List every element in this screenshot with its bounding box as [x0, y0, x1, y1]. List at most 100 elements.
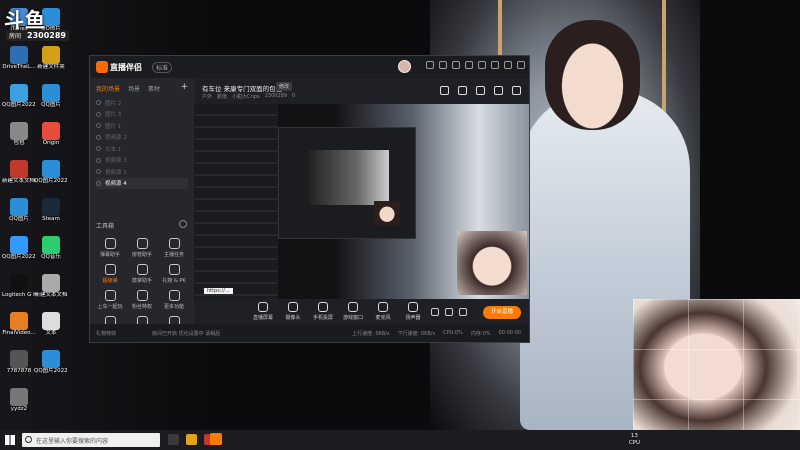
- record-icon[interactable]: [476, 86, 485, 95]
- gear-icon[interactable]: [459, 308, 467, 316]
- desktop-app-icon: [42, 350, 60, 368]
- source-control-icon: [318, 302, 328, 312]
- tab-materials[interactable]: 素材: [148, 84, 160, 93]
- desktop-icon[interactable]: 7787878: [2, 350, 36, 375]
- desktop-icon[interactable]: 新建文本文档: [34, 274, 68, 299]
- preview-desktop-strip: [194, 104, 278, 299]
- tool-button[interactable]: 主播任务: [158, 238, 190, 258]
- bell-icon[interactable]: [494, 86, 503, 95]
- desktop-app-icon: [10, 388, 28, 406]
- status-gift-effects[interactable]: 礼物特效: [96, 330, 116, 337]
- wallpaper-rope-right: [662, 0, 666, 120]
- scene-item[interactable]: 文本 1: [96, 143, 188, 155]
- scene-item[interactable]: 图片 3: [96, 109, 188, 121]
- desktop-icon[interactable]: 包包: [2, 122, 36, 147]
- tool-button[interactable]: 超级弹: [94, 264, 126, 284]
- desktop-icon[interactable]: QQ图片2022...: [34, 160, 68, 185]
- desktop-icon[interactable]: QQ图片: [34, 84, 68, 109]
- search-icon: [25, 436, 32, 443]
- skin-icon[interactable]: [465, 61, 473, 69]
- source-control-button[interactable]: 麦克风: [368, 302, 398, 321]
- tools-settings-icon[interactable]: [179, 220, 187, 228]
- desktop-icon[interactable]: Steam: [34, 198, 68, 223]
- maximize-icon[interactable]: [504, 61, 512, 69]
- visibility-eye-icon[interactable]: [96, 111, 101, 117]
- desktop-icon[interactable]: DriveTheL...: [2, 46, 36, 71]
- tool-button[interactable]: 礼物 & PK: [158, 264, 190, 284]
- layout-icon[interactable]: [431, 308, 439, 316]
- source-control-button[interactable]: 手机投屏: [308, 302, 338, 321]
- gift-icon[interactable]: [439, 61, 447, 69]
- version-badge[interactable]: 标准: [152, 62, 173, 73]
- room-title[interactable]: 有车位 来康专门双面的包包: [202, 83, 282, 93]
- add-scene-icon[interactable]: +: [180, 83, 188, 93]
- source-control-button[interactable]: 扬声器: [398, 302, 428, 321]
- source-control-icon: [348, 302, 358, 312]
- visibility-eye-icon[interactable]: [96, 100, 101, 106]
- tab-scenes[interactable]: 场景: [128, 84, 140, 93]
- desktop-icon[interactable]: Logitech G HUB: [2, 274, 36, 299]
- edit-room-button[interactable]: 修改: [276, 82, 293, 91]
- desktop-app-icon: [10, 122, 28, 140]
- desktop-icon[interactable]: QQ图片2022...: [2, 84, 36, 109]
- room-info-bar: 有车位 来康专门双面的包包 修改 户外 颜值 小甜大Crips 2300289 …: [194, 78, 529, 104]
- tool-button[interactable]: 上车一起玩: [94, 290, 126, 310]
- desktop-icon[interactable]: QQ音乐: [34, 236, 68, 261]
- lock-icon[interactable]: [458, 86, 467, 95]
- stream-preview[interactable]: https://...: [194, 104, 529, 299]
- tab-my-scenes[interactable]: 我的场景: [96, 84, 120, 93]
- go-live-button[interactable]: 开启直播: [483, 306, 521, 319]
- desktop-icon[interactable]: 文本: [34, 312, 68, 337]
- desktop-icon[interactable]: yydz2: [2, 388, 36, 413]
- source-control-button[interactable]: 游戏窗口: [338, 302, 368, 321]
- streaming-app-taskbar-icon[interactable]: [210, 433, 222, 445]
- scene-item[interactable]: 视频源 4: [96, 177, 188, 189]
- tool-button[interactable]: 粉丝特权: [126, 290, 158, 310]
- file-explorer-icon[interactable]: [186, 434, 197, 445]
- desktop-icon-label: QQ图片2022...: [34, 178, 68, 184]
- tool-button[interactable]: 弹幕助手: [94, 238, 126, 258]
- desktop-icon[interactable]: FinalVideo...: [2, 312, 36, 337]
- scene-item-label: 视频源 1: [105, 169, 127, 176]
- source-control-button[interactable]: 摄像头: [278, 302, 308, 321]
- tool-button[interactable]: 鼓掌助手: [126, 264, 158, 284]
- visibility-eye-icon[interactable]: [96, 123, 101, 129]
- visibility-eye-icon[interactable]: [96, 146, 101, 152]
- visibility-eye-icon[interactable]: [96, 169, 101, 175]
- desktop-icon-label: QQ音乐: [41, 254, 61, 260]
- message-icon[interactable]: [426, 61, 434, 69]
- desktop-icon[interactable]: 新建文件夹: [34, 46, 68, 71]
- scene-item[interactable]: 图片 2: [96, 97, 188, 109]
- gift-box-icon[interactable]: [440, 86, 449, 95]
- scene-item[interactable]: 视频源 1: [96, 166, 188, 178]
- desktop-icon[interactable]: QQ图片2022...: [34, 350, 68, 375]
- desktop-icon[interactable]: Origin: [34, 122, 68, 147]
- system-tray-clock[interactable]: 13 CPU: [629, 433, 640, 447]
- desktop-icon[interactable]: 新建文本文档(4): [2, 160, 36, 185]
- source-control-button[interactable]: 直播屏幕: [248, 302, 278, 321]
- tool-button[interactable]: 房管助手: [126, 238, 158, 258]
- visibility-eye-icon[interactable]: [96, 157, 101, 163]
- desktop-icon[interactable]: QQ图片2022...: [2, 236, 36, 261]
- menu-icon[interactable]: [478, 61, 486, 69]
- user-avatar[interactable]: [398, 60, 411, 73]
- tool-button[interactable]: 更多功能: [158, 290, 190, 310]
- tool-icon: [104, 264, 116, 275]
- eye-icon[interactable]: [445, 308, 453, 316]
- settings-icon[interactable]: [452, 61, 460, 69]
- visibility-eye-icon[interactable]: [96, 180, 101, 186]
- scene-item[interactable]: 图片 1: [96, 120, 188, 132]
- taskbar-search[interactable]: 在这里输入你要搜索的内容: [22, 433, 160, 447]
- share-icon[interactable]: [512, 86, 521, 95]
- tool-label: 超级弹: [102, 278, 118, 284]
- tool-label: 上车一起玩: [97, 304, 123, 310]
- task-view-icon[interactable]: [168, 434, 179, 445]
- desktop-icon[interactable]: QQ图片: [2, 198, 36, 223]
- scene-item[interactable]: 视频源 2: [96, 132, 188, 144]
- memory-usage: 内存:0%: [470, 331, 491, 337]
- windows-start-icon[interactable]: [5, 435, 15, 445]
- scene-item[interactable]: 视频源 3: [96, 155, 188, 167]
- close-icon[interactable]: [517, 61, 525, 69]
- minimize-icon[interactable]: [491, 61, 499, 69]
- visibility-eye-icon[interactable]: [96, 134, 101, 140]
